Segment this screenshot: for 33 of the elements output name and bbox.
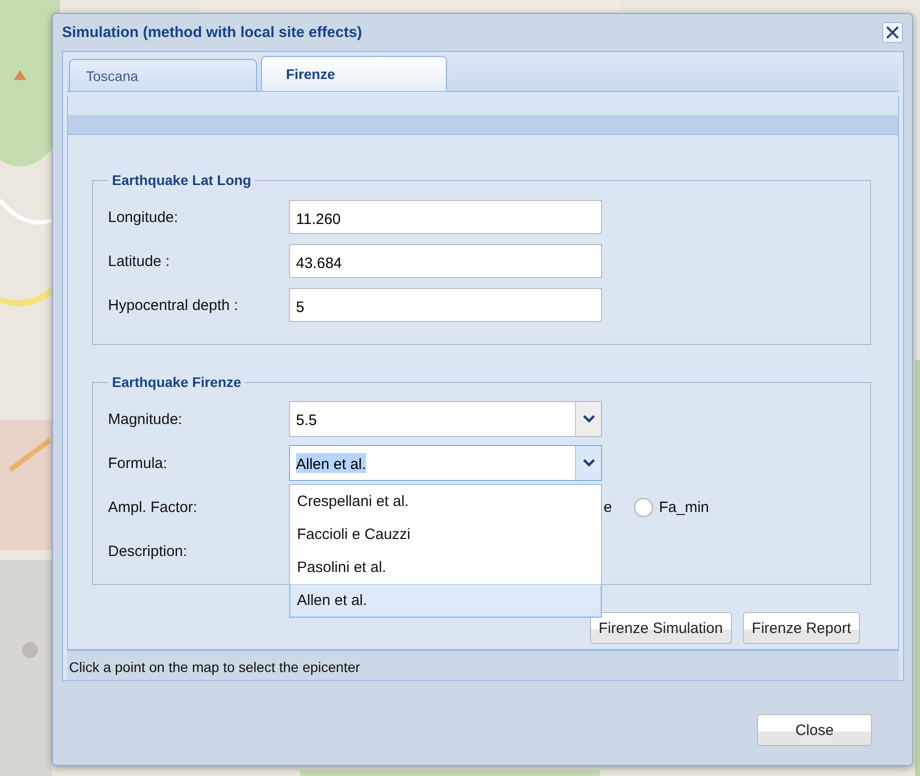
close-icon — [886, 26, 899, 39]
field-label: Hypocentral depth : — [108, 296, 240, 314]
chevron-down-icon — [582, 459, 594, 467]
combo-value: Allen et al. — [296, 453, 366, 473]
input-field[interactable]: 43.684 — [289, 244, 602, 278]
radio-label: e — [604, 498, 612, 516]
field-label: Longitude: — [108, 208, 180, 226]
field-label: Formula: — [108, 454, 168, 472]
chevron-down-icon — [582, 415, 594, 423]
close-button[interactable] — [882, 22, 903, 43]
combo-value: 5.5 — [296, 411, 317, 429]
close-button[interactable]: Close — [757, 714, 872, 746]
input-field[interactable]: 5 — [289, 288, 602, 322]
tab[interactable]: Toscana — [69, 59, 257, 91]
radio-label: Fa_min — [659, 498, 710, 516]
magnitude-combo[interactable]: 5.5 — [289, 401, 602, 437]
input-field[interactable]: 11.260 — [289, 200, 602, 234]
status-text: Click a point on the map to select the epicenter — [67, 650, 899, 680]
dropdown-trigger[interactable] — [575, 402, 601, 436]
formula-combo[interactable]: Allen et al. — [289, 445, 602, 481]
field-label: Magnitude: — [108, 410, 184, 428]
action-button[interactable]: Firenze Simulation — [590, 612, 732, 644]
field-label: Latitude : — [108, 252, 171, 270]
fieldset-legend: Earthquake Lat Long — [108, 172, 256, 188]
field-label: Description: — [108, 542, 188, 560]
action-button[interactable]: Firenze Report — [742, 612, 860, 644]
fieldset-legend: Earthquake Firenze — [108, 374, 246, 390]
dropdown-option[interactable]: Allen et al. — [290, 584, 601, 617]
dropdown-trigger[interactable] — [575, 446, 601, 480]
tab[interactable]: Firenze — [261, 56, 447, 91]
radio-button[interactable] — [634, 498, 653, 516]
window-title: Simulation (method with local site effects) — [62, 24, 362, 41]
field-label: Ampl. Factor: — [108, 498, 198, 516]
